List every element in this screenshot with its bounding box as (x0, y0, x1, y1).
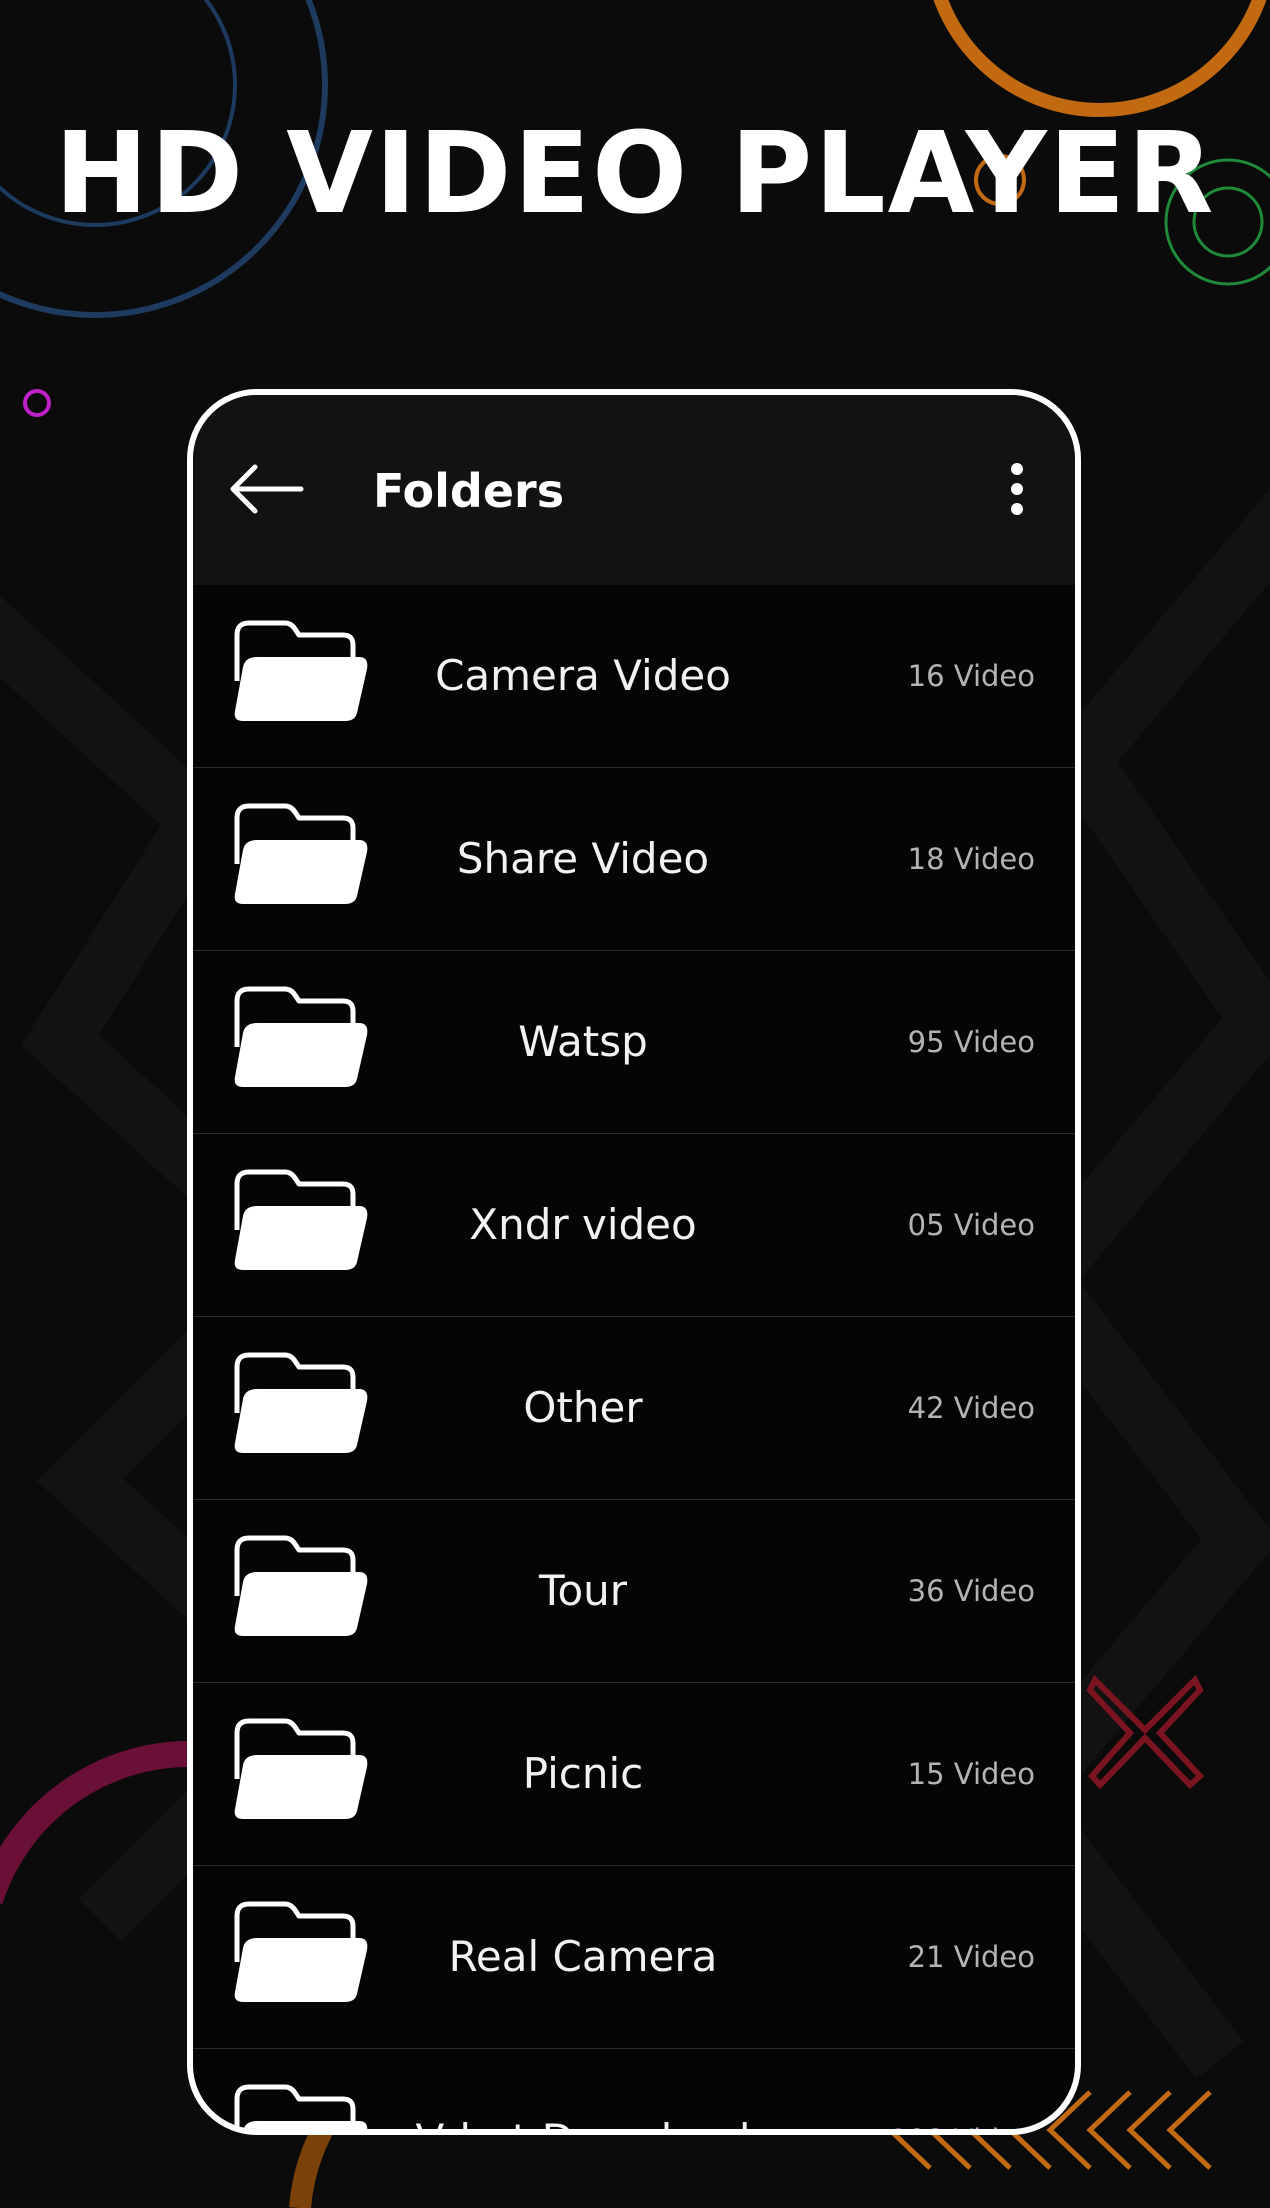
folder-video-count: 18 Video (907, 842, 1035, 876)
folder-list: Camera Video 16 Video Share Video 18 Vid… (193, 585, 1075, 2129)
folder-video-count: 108 Video (865, 2049, 1035, 2129)
folder-video-count: 05 Video (907, 1208, 1035, 1242)
more-options-button[interactable] (1003, 461, 1031, 517)
folder-name: Picnic (522, 1749, 644, 1798)
deco-magenta-dot (23, 389, 51, 417)
more-vertical-icon (1011, 463, 1023, 515)
folder-row[interactable]: Xndr video 05 Video (193, 1134, 1075, 1317)
folder-row[interactable]: Real Camera 21 Video (193, 1866, 1075, 2049)
folder-row[interactable]: Other 42 Video (193, 1317, 1075, 1500)
folder-video-count: 95 Video (907, 1025, 1035, 1059)
folder-video-count: 36 Video (907, 1574, 1035, 1608)
folder-name: Vdmt Download (343, 2049, 823, 2129)
folder-video-count: 15 Video (907, 1757, 1035, 1791)
folder-name: Watsp (518, 1017, 648, 1066)
phone-frame: Folders Camera Video 16 Video Share Vide… (187, 389, 1081, 2135)
back-button[interactable] (229, 461, 307, 517)
folder-name: Other (523, 1383, 643, 1432)
folder-name: Real Camera (448, 1932, 718, 1981)
promo-headline: HD VIDEO PLAYER (54, 109, 1216, 239)
deco-orange-ring (933, 0, 1267, 117)
folder-row[interactable]: Camera Video 16 Video (193, 585, 1075, 768)
app-bar: Folders (193, 395, 1075, 585)
folder-row[interactable]: Share Video 18 Video (193, 768, 1075, 951)
folder-name: Xndr video (469, 1200, 697, 1249)
folder-video-count: 21 Video (907, 1940, 1035, 1974)
arrow-left-icon (230, 464, 304, 514)
folder-row[interactable]: Picnic 15 Video (193, 1683, 1075, 1866)
folder-name: Tour (538, 1566, 628, 1615)
folder-row[interactable]: Watsp 95 Video (193, 951, 1075, 1134)
folder-name: Share Video (456, 834, 710, 883)
folder-name: Camera Video (435, 651, 731, 700)
folder-video-count: 16 Video (907, 659, 1035, 693)
folder-video-count: 42 Video (907, 1391, 1035, 1425)
folder-row[interactable]: Tour 36 Video (193, 1500, 1075, 1683)
folder-row[interactable]: Vdmt Download 108 Video (193, 2049, 1075, 2129)
page-title: Folders (373, 464, 565, 518)
